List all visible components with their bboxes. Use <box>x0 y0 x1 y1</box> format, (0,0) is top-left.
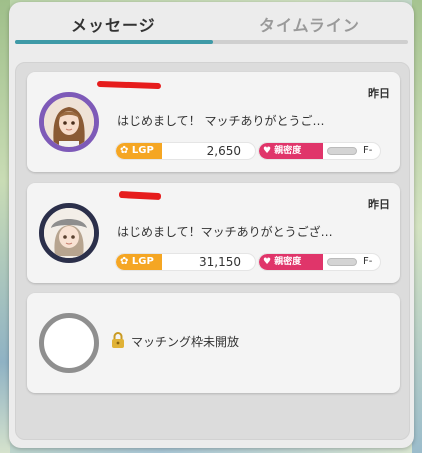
empty-avatar <box>39 313 99 373</box>
redacted-name <box>96 80 162 90</box>
lgp-label: LGP <box>131 145 154 156</box>
tab-bar: メッセージ タイムライン <box>9 2 414 46</box>
lgp-badge: ✿ LGP 2,650 <box>115 142 256 160</box>
heart-icon: ♥ <box>263 146 272 156</box>
locked-slot-text: マッチング枠未開放 <box>131 335 240 349</box>
flower-icon: ✿ <box>120 145 129 156</box>
intimacy-label: 親密度 <box>274 257 302 267</box>
tab-messages[interactable]: メッセージ <box>71 12 156 36</box>
lgp-tag: ✿ LGP <box>116 143 162 159</box>
message-date: 昨日 <box>368 87 390 100</box>
lgp-value: 31,150 <box>199 255 241 269</box>
intimacy-tag: ♥ 親密度 <box>259 143 323 159</box>
lgp-label: LGP <box>131 256 154 267</box>
redacted-name <box>118 190 162 201</box>
conversation-card[interactable]: 昨日 はじめまして！マッチありがとうござ… ✿ LGP 31,150 ♥ 親密度… <box>27 183 400 283</box>
intimacy-badge: ♥ 親密度 F- <box>258 253 381 271</box>
long-brown-hair-girl-portrait-icon <box>44 97 94 147</box>
lgp-badge: ✿ LGP 31,150 <box>115 253 256 271</box>
avatar[interactable] <box>39 92 99 152</box>
intimacy-bar <box>327 258 357 266</box>
message-date: 昨日 <box>368 198 390 211</box>
tab-timeline[interactable]: タイムライン <box>259 12 360 36</box>
flower-icon: ✿ <box>120 256 129 267</box>
locked-slot-card: マッチング枠未開放 <box>27 293 400 393</box>
message-panel: メッセージ タイムライン 昨日 はじめまして！ マッチありがとうご… ✿ LGP… <box>9 2 414 448</box>
intimacy-tag: ♥ 親密度 <box>259 254 323 270</box>
conversation-card[interactable]: 昨日 はじめまして！ マッチありがとうご… ✿ LGP 2,650 ♥ 親密度 … <box>27 72 400 172</box>
lgp-value: 2,650 <box>206 144 241 158</box>
intimacy-bar <box>327 147 357 155</box>
heart-icon: ♥ <box>263 257 272 267</box>
grey-beret-girl-portrait-icon <box>44 208 94 258</box>
conversation-list: 昨日 はじめまして！ マッチありがとうご… ✿ LGP 2,650 ♥ 親密度 … <box>15 62 410 440</box>
intimacy-label: 親密度 <box>274 146 302 156</box>
intimacy-rank: F- <box>363 256 373 267</box>
message-preview: はじめまして！ マッチありがとうご… <box>117 114 325 128</box>
avatar[interactable] <box>39 203 99 263</box>
intimacy-badge: ♥ 親密度 F- <box>258 142 381 160</box>
lock-icon <box>112 332 124 348</box>
tab-underline-active <box>15 40 213 44</box>
intimacy-rank: F- <box>363 145 373 156</box>
lgp-tag: ✿ LGP <box>116 254 162 270</box>
message-preview: はじめまして！マッチありがとうござ… <box>117 225 333 239</box>
